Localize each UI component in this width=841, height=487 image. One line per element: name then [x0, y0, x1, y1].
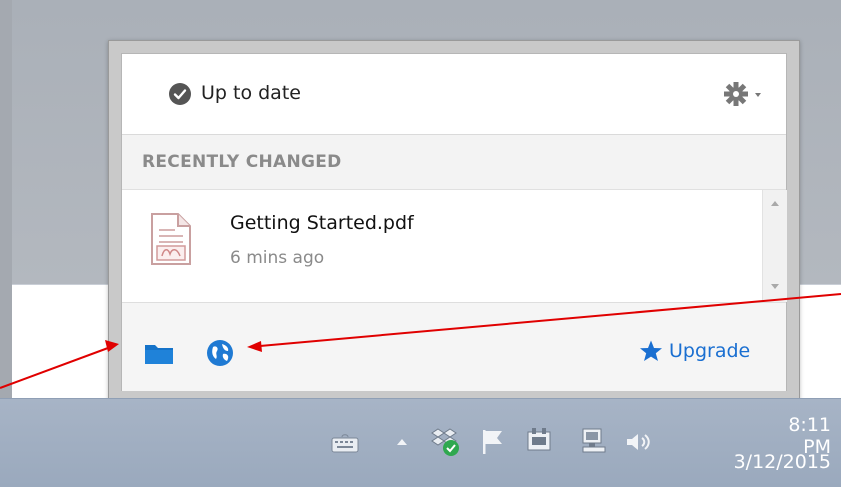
section-title: RECENTLY CHANGED	[142, 152, 342, 172]
check-circle-icon	[169, 83, 191, 105]
power-icon[interactable]	[525, 426, 553, 456]
list-item[interactable]: Getting Started.pdf 6 mins ago	[122, 190, 762, 302]
popup-footer: Upgrade	[122, 302, 786, 391]
clock-date[interactable]: 3/12/2015	[732, 451, 831, 473]
taskbar	[0, 398, 841, 487]
show-hidden-icons-arrow[interactable]	[395, 436, 409, 448]
popup-panel: Up to date RECENTLY CHANGED Getting Star…	[121, 53, 787, 391]
desktop-edge	[0, 0, 12, 398]
action-center-flag-icon[interactable]	[480, 428, 506, 456]
scroll-up-arrow-icon[interactable]	[763, 194, 787, 212]
dropbox-icon[interactable]	[430, 426, 462, 458]
folder-icon[interactable]	[144, 341, 174, 365]
file-modified-time: 6 mins ago	[230, 248, 325, 268]
list-scrollbar[interactable]	[762, 190, 787, 302]
gear-icon[interactable]	[722, 80, 764, 108]
upgrade-label: Upgrade	[669, 340, 751, 362]
recently-changed-header: RECENTLY CHANGED	[122, 135, 786, 190]
network-icon[interactable]	[580, 426, 608, 456]
recent-files-list: Getting Started.pdf 6 mins ago	[122, 190, 787, 302]
pdf-file-icon	[151, 213, 191, 265]
scroll-down-arrow-icon[interactable]	[763, 278, 787, 296]
volume-icon[interactable]	[624, 430, 654, 454]
status-text: Up to date	[201, 82, 301, 104]
status-bar: Up to date	[122, 54, 786, 135]
keyboard-icon[interactable]	[331, 432, 359, 454]
star-icon	[640, 340, 662, 361]
file-name: Getting Started.pdf	[230, 212, 414, 234]
globe-icon[interactable]	[206, 339, 234, 367]
dropbox-popup: Up to date RECENTLY CHANGED Getting Star…	[108, 40, 800, 402]
